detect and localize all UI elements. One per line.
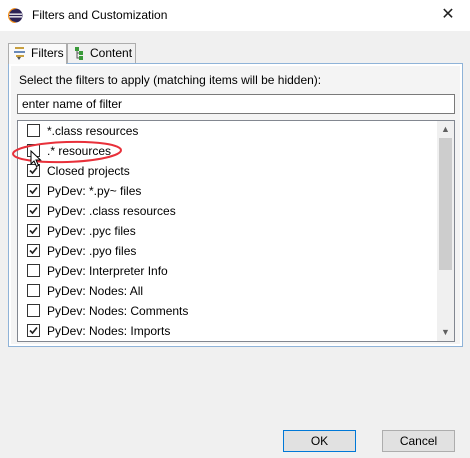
checkmark-icon bbox=[29, 166, 38, 175]
tab-filters[interactable]: Filters bbox=[8, 43, 67, 64]
filter-list-item[interactable]: PyDev: *.py~ files bbox=[18, 181, 438, 201]
filter-list-item[interactable]: PyDev: Nodes: Imports bbox=[18, 321, 438, 341]
filter-label: PyDev: Nodes: Comments bbox=[47, 304, 189, 318]
tab-content[interactable]: Content bbox=[67, 43, 136, 63]
cancel-button[interactable]: Cancel bbox=[382, 430, 455, 452]
checkmark-icon bbox=[29, 226, 38, 235]
filter-label: PyDev: .pyc files bbox=[47, 224, 136, 238]
filter-label: *.class resources bbox=[47, 124, 139, 138]
filter-list: PyDev: Nodes: Imports PyDev: Nodes: Comme… bbox=[17, 120, 455, 342]
checkbox-checked[interactable] bbox=[27, 204, 40, 217]
filter-label: PyDev: Nodes: Imports bbox=[47, 324, 171, 338]
tab-label: Content bbox=[90, 46, 133, 60]
filter-list-item[interactable]: PyDev: .pyc files bbox=[18, 221, 438, 241]
checkmark-icon bbox=[29, 206, 38, 215]
filter-icon bbox=[13, 46, 27, 60]
filter-label: PyDev: .pyo files bbox=[47, 244, 137, 258]
vertical-scrollbar[interactable]: ▲ ▼ bbox=[437, 121, 454, 341]
checkbox-checked[interactable] bbox=[27, 324, 40, 337]
filter-label: PyDev: *.py~ files bbox=[47, 184, 142, 198]
instruction-label: Select the filters to apply (matching it… bbox=[19, 73, 322, 87]
checkbox-checked[interactable] bbox=[27, 224, 40, 237]
filter-search-input[interactable] bbox=[17, 94, 455, 114]
checkmark-icon bbox=[29, 246, 38, 255]
scroll-up-icon[interactable]: ▲ bbox=[437, 121, 454, 138]
checkbox-unchecked[interactable] bbox=[27, 124, 40, 137]
filter-label: .* resources bbox=[47, 144, 112, 158]
filters-panel-body: Select the filters to apply (matching it… bbox=[11, 66, 460, 344]
checkbox-unchecked[interactable] bbox=[27, 144, 40, 157]
filter-list-item[interactable]: *.class resources bbox=[18, 121, 438, 141]
filter-label: PyDev: Nodes: All bbox=[47, 284, 144, 298]
tab-bar: Filters Content bbox=[8, 43, 463, 64]
filter-list-item[interactable]: .* resources bbox=[18, 141, 438, 161]
checkbox-unchecked[interactable] bbox=[27, 304, 40, 317]
scroll-down-icon[interactable]: ▼ bbox=[437, 324, 454, 341]
close-icon[interactable]: ✕ bbox=[426, 0, 470, 31]
filters-panel: Select the filters to apply (matching it… bbox=[8, 63, 463, 347]
checkbox-checked[interactable] bbox=[27, 184, 40, 197]
filter-list-item[interactable]: PyDev: .pyo files bbox=[18, 241, 438, 261]
checkbox-unchecked[interactable] bbox=[27, 264, 40, 277]
filter-label: PyDev: .class resources bbox=[47, 204, 176, 218]
checkbox-checked[interactable] bbox=[27, 164, 40, 177]
filter-list-item[interactable]: PyDev: .class resources bbox=[18, 201, 438, 221]
filter-label: PyDev: Interpreter Info bbox=[47, 264, 168, 278]
filter-list-item[interactable]: PyDev: Interpreter Info bbox=[18, 261, 438, 281]
checkbox-unchecked[interactable] bbox=[27, 284, 40, 297]
checkbox-checked[interactable] bbox=[27, 244, 40, 257]
scroll-thumb[interactable] bbox=[439, 138, 452, 270]
filter-label: Closed projects bbox=[47, 164, 130, 178]
filter-list-item[interactable]: PyDev: Nodes: Comments bbox=[18, 301, 438, 321]
window-title: Filters and Customization bbox=[32, 8, 168, 22]
eclipse-icon bbox=[7, 7, 23, 24]
tab-label: Filters bbox=[31, 46, 64, 60]
title-bar: Filters and Customization ✕ bbox=[0, 0, 470, 31]
filter-list-item[interactable]: Closed projects bbox=[18, 161, 438, 181]
checkmark-icon bbox=[29, 326, 38, 335]
ok-button[interactable]: OK bbox=[283, 430, 356, 452]
content-tree-icon bbox=[72, 46, 86, 60]
checkmark-icon bbox=[29, 186, 38, 195]
filter-list-item[interactable]: PyDev: Nodes: All bbox=[18, 281, 438, 301]
